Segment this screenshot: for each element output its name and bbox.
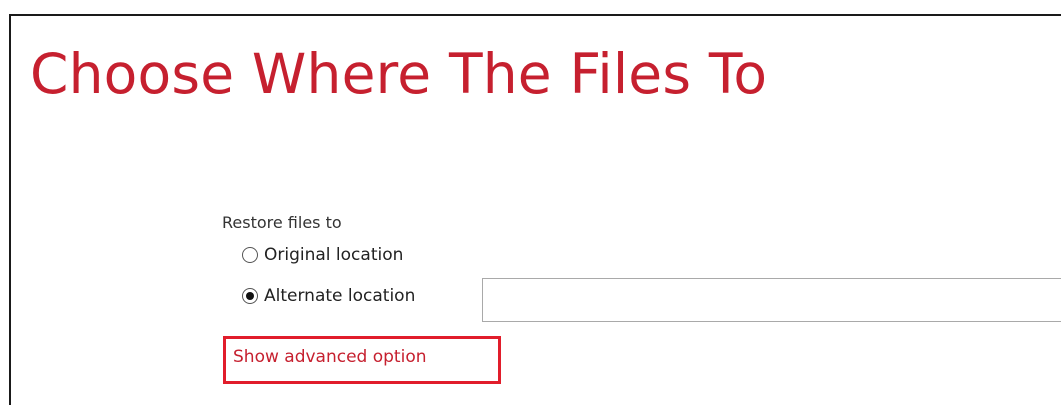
radio-selected-dot <box>246 292 254 300</box>
page-title: Choose Where The Files To <box>30 42 768 106</box>
alternate-location-radio[interactable] <box>242 288 258 304</box>
restore-files-to-label: Restore files to <box>222 213 342 232</box>
show-advanced-option-link[interactable]: Show advanced option <box>233 347 427 367</box>
top-cropped-strip <box>0 0 1061 14</box>
alternate-location-option[interactable]: Alternate location <box>242 286 415 306</box>
original-location-option[interactable]: Original location <box>242 245 403 265</box>
original-location-radio[interactable] <box>242 247 258 263</box>
alternate-location-path-input[interactable] <box>482 278 1061 322</box>
original-location-label: Original location <box>264 245 404 265</box>
alternate-location-label: Alternate location <box>264 286 416 306</box>
